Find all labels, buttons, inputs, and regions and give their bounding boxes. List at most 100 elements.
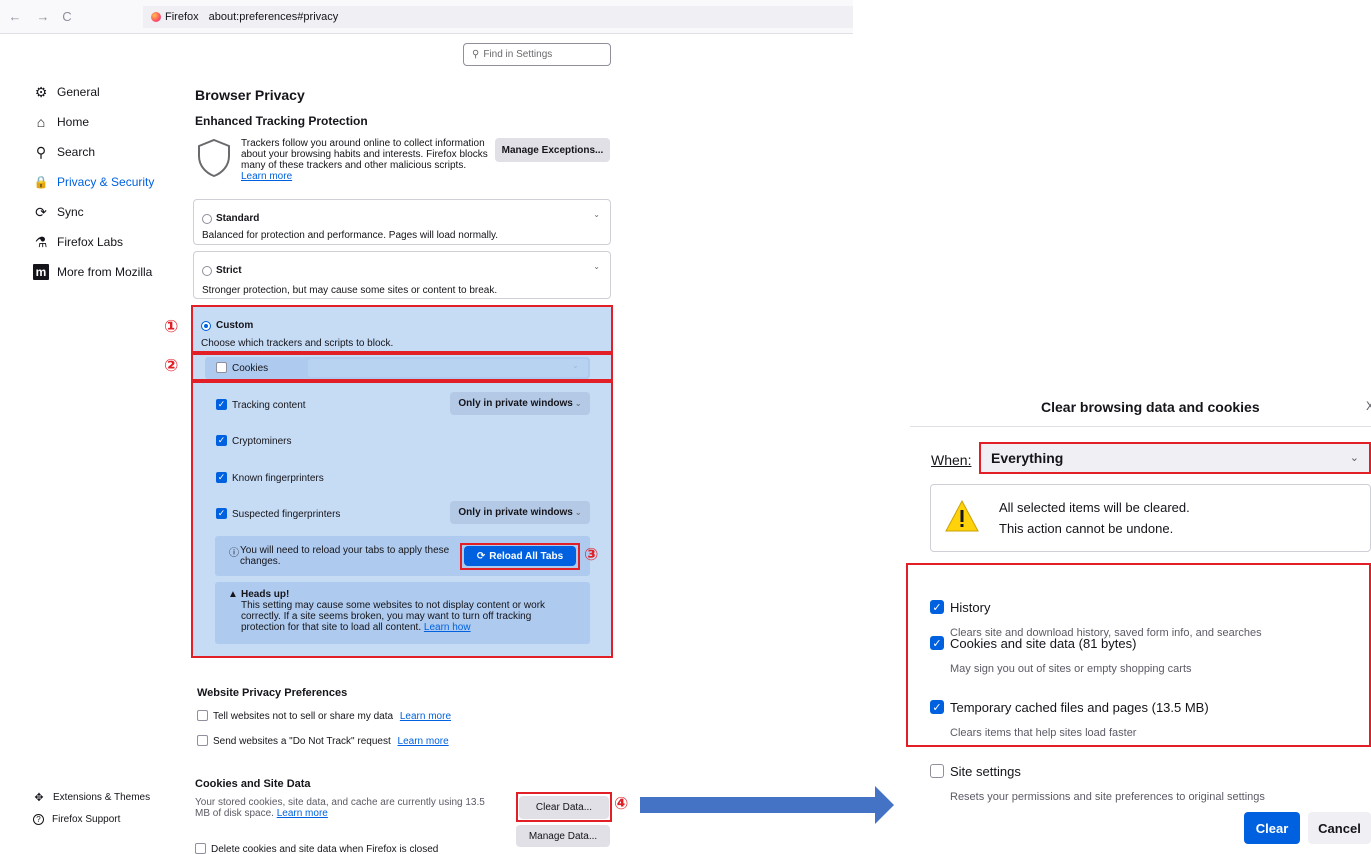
- manage-exceptions-button[interactable]: Manage Exceptions...: [495, 138, 610, 162]
- cookies-usage-text: Your stored cookies, site data, and cach…: [195, 797, 485, 819]
- warning-line-1: All selected items will be cleared.: [999, 500, 1190, 515]
- gear-icon: ⚙: [34, 83, 48, 100]
- site-settings-label: Site settings: [950, 764, 1021, 779]
- strict-desc: Stronger protection, but may cause some …: [202, 285, 498, 296]
- sidebar-item-label: Home: [57, 115, 90, 129]
- page-title: Browser Privacy: [195, 87, 305, 103]
- site-settings-desc: Resets your permissions and site prefere…: [950, 791, 1265, 803]
- dnt-text: Send websites a "Do Not Track" request: [213, 736, 391, 747]
- cached-files-desc: Clears items that help sites load faster: [950, 727, 1137, 739]
- strict-radio[interactable]: [202, 266, 212, 276]
- etp-description-text: Trackers follow you around online to col…: [241, 138, 488, 171]
- sidebar-item-label: Sync: [57, 205, 84, 219]
- help-icon: ?: [33, 814, 44, 825]
- annotation-box-4: [516, 792, 612, 822]
- sidebar-extensions-themes[interactable]: ✥ Extensions & Themes: [33, 791, 150, 804]
- standard-radio[interactable]: [202, 214, 212, 224]
- sidebar-footer-label: Firefox Support: [52, 814, 121, 825]
- sidebar-item-sync[interactable]: ⟳ Sync: [33, 203, 84, 221]
- annotation-marker-4: ④: [614, 794, 629, 813]
- dialog-divider: [910, 426, 1371, 427]
- annotation-box-dialog-items: [906, 563, 1371, 747]
- sidebar-item-label: Firefox Labs: [57, 235, 124, 249]
- annotation-box-3: [460, 543, 580, 570]
- browser-name: Firefox: [165, 11, 199, 23]
- cookies-section-desc: Your stored cookies, site data, and cach…: [195, 797, 485, 819]
- history-checkbox[interactable]: ✓: [930, 600, 944, 614]
- warning-box: [930, 484, 1371, 552]
- sidebar-item-home[interactable]: ⌂ Home: [33, 113, 89, 131]
- dnt-learn-more-link[interactable]: Learn more: [398, 736, 449, 747]
- history-label: History: [950, 600, 991, 615]
- firefox-logo-icon: [151, 12, 161, 22]
- sidebar-footer-label: Extensions & Themes: [53, 792, 151, 803]
- cookies-site-data-desc: May sign you out of sites or empty shopp…: [950, 663, 1192, 675]
- lock-icon: 🔒: [33, 175, 49, 189]
- etp-description: Trackers follow you around online to col…: [241, 138, 491, 182]
- strict-option-card[interactable]: Strict ⌄ Stronger protection, but may ca…: [193, 251, 611, 299]
- when-select[interactable]: Everything ⌄: [979, 442, 1371, 474]
- back-icon[interactable]: ←: [8, 9, 22, 24]
- annotation-box-custom-options: [191, 381, 613, 658]
- standard-desc: Balanced for protection and performance.…: [202, 230, 499, 241]
- url-text: about:preferences#privacy: [208, 11, 339, 23]
- puzzle-icon: ✥: [34, 792, 44, 804]
- sidebar-item-privacy[interactable]: 🔒 Privacy & Security: [33, 173, 155, 191]
- etp-title: Enhanced Tracking Protection: [195, 114, 368, 128]
- sell-learn-more-link[interactable]: Learn more: [400, 711, 451, 722]
- sidebar-item-general[interactable]: ⚙ General: [33, 83, 100, 101]
- annotation-marker-2: ②: [164, 356, 179, 375]
- sidebar-item-label: Search: [57, 145, 96, 159]
- cached-files-checkbox[interactable]: ✓: [930, 700, 944, 714]
- cookies-site-data-checkbox[interactable]: ✓: [930, 636, 944, 650]
- manage-data-button[interactable]: Manage Data...: [516, 825, 610, 847]
- delete-on-close-checkbox[interactable]: [195, 843, 206, 854]
- annotation-box-2: [191, 353, 613, 381]
- cached-files-label: Temporary cached files and pages (13.5 M…: [950, 700, 1209, 715]
- search-icon: ⚲: [35, 143, 47, 160]
- dialog-title: Clear browsing data and cookies: [1041, 399, 1260, 415]
- sidebar-item-label: Privacy & Security: [57, 175, 155, 189]
- when-value: Everything: [991, 450, 1064, 466]
- website-privacy-title: Website Privacy Preferences: [197, 687, 348, 699]
- sidebar-item-firefox-labs[interactable]: ⚗ Firefox Labs: [33, 233, 123, 251]
- when-label: When:: [931, 452, 972, 468]
- mozilla-icon: m: [33, 264, 49, 280]
- arrow-icon: [640, 786, 894, 824]
- site-settings-checkbox[interactable]: [930, 764, 944, 778]
- warning-icon: [945, 499, 979, 532]
- chevron-down-icon[interactable]: ⌄: [593, 262, 600, 271]
- sidebar-item-label: More from Mozilla: [57, 265, 153, 279]
- sell-share-text: Tell websites not to sell or share my da…: [213, 711, 394, 722]
- sidebar-item-search[interactable]: ⚲ Search: [33, 143, 95, 161]
- sell-share-label: Tell websites not to sell or share my da…: [213, 711, 451, 722]
- search-placeholder: Find in Settings: [483, 49, 553, 60]
- reload-icon[interactable]: C: [60, 9, 74, 24]
- flask-icon: ⚗: [34, 233, 48, 250]
- sidebar-firefox-support[interactable]: ? Firefox Support: [33, 814, 120, 825]
- chevron-down-icon: ⌄: [1349, 452, 1359, 464]
- find-in-settings-input[interactable]: ⚲ Find in Settings: [463, 43, 611, 66]
- shield-icon: [198, 138, 230, 178]
- sidebar-item-more-mozilla[interactable]: m More from Mozilla: [33, 263, 152, 281]
- annotation-marker-3: ③: [584, 545, 599, 564]
- sell-share-checkbox[interactable]: [197, 710, 208, 721]
- dialog-cancel-button[interactable]: Cancel: [1308, 812, 1371, 844]
- cookies-section-title: Cookies and Site Data: [195, 778, 311, 790]
- dnt-checkbox[interactable]: [197, 735, 208, 746]
- warning-line-2: This action cannot be undone.: [999, 521, 1174, 536]
- url-bar[interactable]: Firefox about:preferences#privacy: [143, 6, 853, 28]
- annotation-box-1: [191, 305, 613, 353]
- delete-on-close-label: Delete cookies and site data when Firefo…: [211, 844, 439, 854]
- forward-icon[interactable]: →: [36, 9, 50, 24]
- close-icon[interactable]: X: [1366, 399, 1371, 413]
- sync-icon: ⟳: [35, 203, 47, 220]
- dialog-clear-button[interactable]: Clear: [1244, 812, 1300, 844]
- chevron-down-icon[interactable]: ⌄: [593, 210, 600, 219]
- cookies-learn-more-link[interactable]: Learn more: [277, 808, 328, 819]
- etp-learn-more-link[interactable]: Learn more: [241, 171, 292, 182]
- strict-label: Strict: [216, 265, 242, 276]
- cookies-site-data-label: Cookies and site data (81 bytes): [950, 636, 1137, 651]
- standard-option-card[interactable]: Standard ⌄ Balanced for protection and p…: [193, 199, 611, 245]
- dnt-label: Send websites a "Do Not Track" request L…: [213, 736, 449, 747]
